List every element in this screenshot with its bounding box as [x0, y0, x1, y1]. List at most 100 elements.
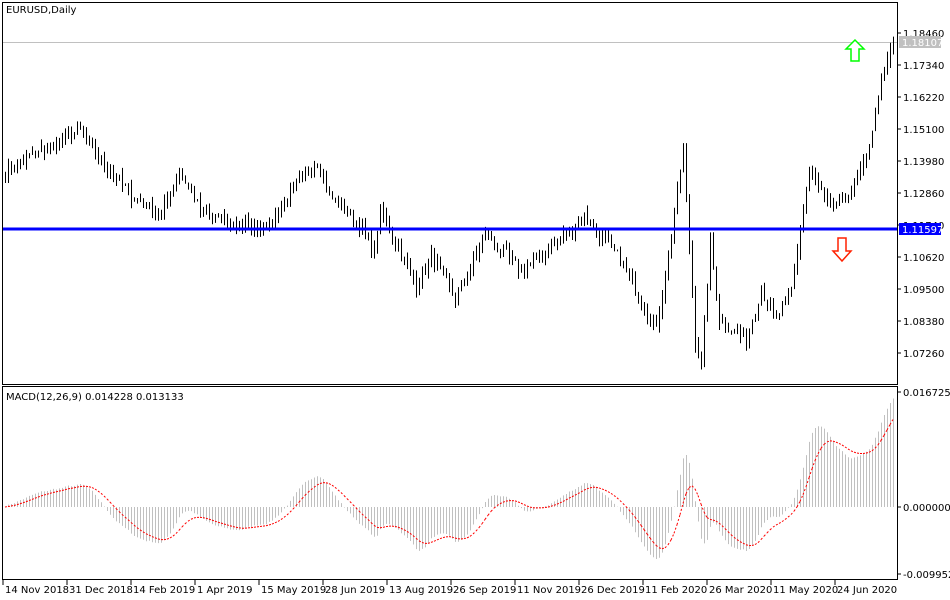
signal-segment [443, 537, 446, 538]
signal-segment [182, 524, 185, 527]
date-label: 26 Sep 2019 [453, 585, 516, 596]
signal-segment [605, 490, 608, 491]
signal-segment [275, 521, 278, 522]
signal-segment [53, 492, 56, 493]
signal-segment [77, 487, 80, 488]
signal-segment [677, 515, 680, 525]
signal-segment [101, 493, 104, 496]
signal-segment [758, 540, 761, 543]
signal-segment [107, 499, 110, 502]
signal-segment [284, 515, 287, 517]
signal-segment [485, 515, 488, 519]
price-tick-label: 1.12860 [903, 189, 944, 200]
chart-canvas[interactable]: 1.184601.173401.162201.151001.139801.128… [0, 0, 950, 600]
signal-segment [8, 506, 11, 507]
signal-segment [794, 507, 797, 511]
signal-segment [674, 525, 677, 534]
up-arrow-icon[interactable] [846, 40, 864, 61]
price-tick-label: 1.15100 [903, 125, 944, 136]
signal-segment [782, 520, 785, 522]
signal-segment [470, 534, 473, 536]
signal-segment [776, 523, 779, 525]
signal-segment [695, 489, 698, 496]
signal-segment [527, 506, 530, 507]
price-tick-label: 1.10620 [903, 253, 944, 264]
signal-segment [590, 487, 593, 488]
signal-segment [164, 539, 167, 540]
signal-segment [617, 498, 620, 501]
signal-segment [338, 490, 341, 493]
signal-segment [203, 518, 206, 519]
signal-segment [788, 515, 791, 518]
signal-segment [236, 527, 239, 528]
signal-segment [698, 495, 701, 504]
date-label: 24 Jun 2020 [837, 585, 897, 596]
signal-segment [608, 492, 611, 494]
signal-segment [482, 519, 485, 523]
signal-segment [530, 507, 533, 508]
date-label: 15 May 2019 [261, 585, 326, 596]
signal-segment [491, 508, 494, 511]
signal-segment [773, 525, 776, 527]
signal-segment [479, 524, 482, 528]
signal-segment [764, 533, 767, 536]
signal-segment [71, 488, 74, 489]
signal-segment [614, 495, 617, 497]
date-label: 14 Nov 2018 [5, 585, 69, 596]
down-arrow-icon[interactable] [833, 238, 851, 261]
signal-segment [755, 543, 758, 545]
signal-segment [350, 502, 353, 505]
signal-segment [668, 540, 671, 545]
signal-segment [761, 536, 764, 539]
price-axis: 1.184601.173401.162201.151001.139801.128… [897, 29, 944, 360]
signal-segment [179, 527, 182, 530]
main-panel-frame [3, 3, 898, 385]
signal-segment [167, 538, 170, 539]
signal-segment [434, 540, 437, 541]
signal-segment [467, 536, 470, 537]
signal-segment [791, 511, 794, 514]
signal-segment [188, 519, 191, 521]
signal-segment [347, 499, 350, 502]
signal-segment [620, 501, 623, 504]
signal-segment [602, 489, 605, 490]
macd-title: MACD(12,26,9) 0.014228 0.013133 [6, 392, 184, 403]
macd-tick-label: 0.016725 [903, 388, 950, 399]
date-label: 26 Mar 2020 [709, 585, 772, 596]
price-bars [6, 37, 894, 370]
signal-segment [524, 505, 527, 506]
date-label: 31 Dec 2018 [69, 585, 133, 596]
signal-segment [785, 517, 788, 519]
signal-segment [836, 442, 839, 443]
signal-segment [332, 485, 335, 487]
signal-segment [710, 519, 713, 520]
signal-segment [845, 447, 848, 449]
signal-segment [287, 512, 290, 515]
macd-axis: 0.0167250.000000-0.009952 [897, 388, 950, 581]
macd-histogram [6, 398, 894, 559]
signal-segment [89, 487, 92, 488]
signal-segment [596, 487, 599, 488]
date-label: 1 Apr 2019 [197, 585, 252, 596]
signal-segment [767, 530, 770, 533]
date-label: 11 May 2020 [773, 585, 838, 596]
signal-segment [770, 527, 773, 530]
signal-segment [110, 502, 113, 505]
signal-segment [599, 488, 602, 489]
signal-segment [278, 520, 281, 522]
current-price-label: 1.18107 [902, 38, 943, 49]
signal-segment [173, 534, 176, 537]
signal-segment [266, 525, 269, 526]
signal-segment [515, 501, 518, 502]
signal-segment [848, 449, 851, 451]
signal-segment [185, 521, 188, 524]
price-tick-label: 1.07260 [903, 349, 944, 360]
macd-tick-label: -0.009952 [903, 570, 950, 581]
signal-segment [851, 451, 854, 452]
signal-segment [671, 533, 674, 540]
signal-segment [95, 489, 98, 491]
date-label: 13 Aug 2019 [389, 585, 453, 596]
signal-segment [176, 530, 179, 533]
signal-segment [665, 545, 668, 548]
signal-segment [68, 488, 71, 489]
